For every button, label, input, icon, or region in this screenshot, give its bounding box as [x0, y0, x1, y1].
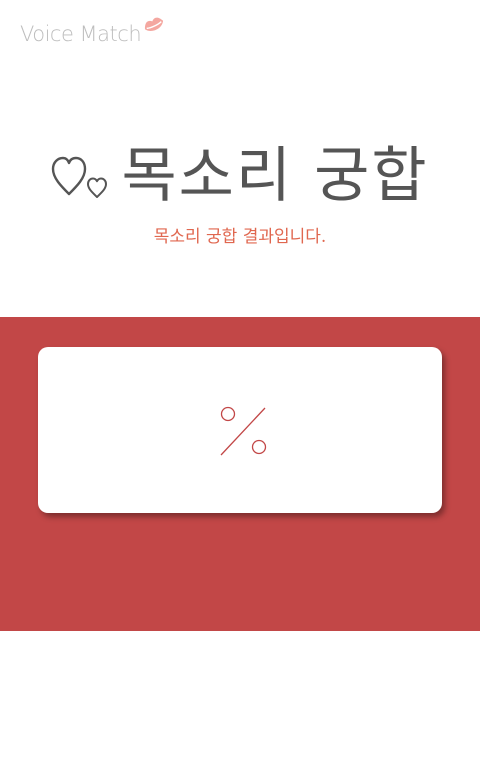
- title-row: 목소리 궁합: [51, 140, 428, 212]
- percent-icon: [219, 405, 269, 459]
- app-logo[interactable]: Voice Match: [20, 16, 165, 48]
- logo-text: Voice Match: [20, 22, 142, 46]
- result-card: [38, 347, 442, 513]
- hero-section: 목소리 궁합 목소리 궁합 결과입니다.: [0, 140, 480, 250]
- page-subtitle: 목소리 궁합 결과입니다.: [153, 227, 327, 247]
- page: Voice Match 목소리 궁합 목소리 궁합 결과입니다.: [0, 0, 480, 760]
- score-display: [38, 385, 442, 475]
- lips-icon: [143, 14, 165, 36]
- hearts-icon: [51, 148, 113, 204]
- page-title: 목소리 궁합: [121, 141, 429, 211]
- result-band: [0, 317, 480, 631]
